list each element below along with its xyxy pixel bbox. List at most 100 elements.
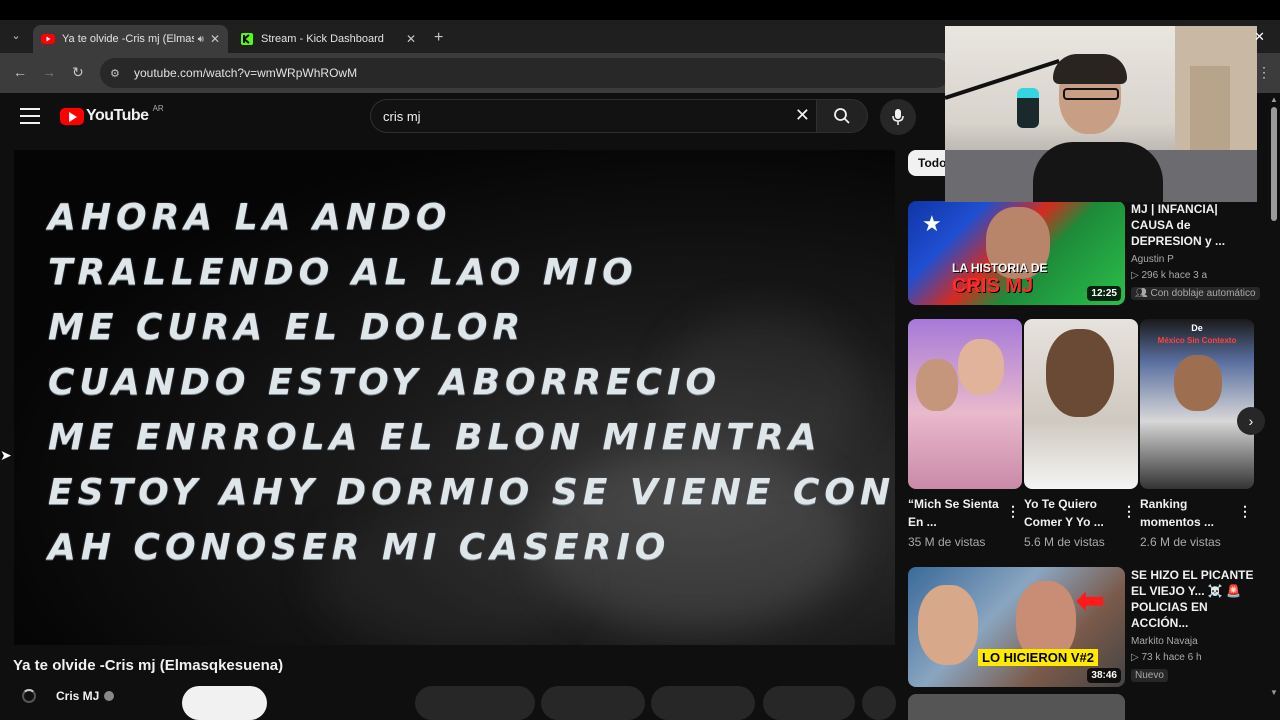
share-button[interactable] xyxy=(541,686,645,720)
streamer-hair xyxy=(1053,54,1127,84)
short-item[interactable]: Yo Te Quiero Comer Y Yo ... ⋮ 5.6 M de v… xyxy=(1024,319,1138,549)
short-thumbnail[interactable]: De México Sin Contexto xyxy=(1140,319,1254,489)
kick-favicon-icon xyxy=(241,33,253,45)
duration-badge: 12:25 xyxy=(1087,286,1121,301)
streamer-glasses xyxy=(1063,88,1119,100)
lyric-line: AH CONOSER MI CASERIO xyxy=(48,527,671,568)
download-button[interactable] xyxy=(651,686,755,720)
short-menu-icon[interactable]: ⋮ xyxy=(1238,503,1252,520)
search-input[interactable]: cris mj ✕ xyxy=(370,99,816,133)
thumbnail-caption: LO HICIERON V#2 xyxy=(978,649,1098,666)
like-dislike-button[interactable] xyxy=(415,686,535,720)
next-thumbnail-partial[interactable] xyxy=(908,694,1125,720)
recommendation-channel[interactable]: Markito Navaja xyxy=(1131,635,1261,649)
channel-avatar[interactable] xyxy=(22,689,36,703)
short-thumbnail[interactable] xyxy=(908,319,1022,489)
dub-icon: 👥︎ xyxy=(1135,288,1151,299)
tab-search-dropdown-icon[interactable]: ⌄ xyxy=(6,26,26,46)
search-icon xyxy=(834,108,850,124)
auto-dub-badge: 👥︎ Con doblaje automático xyxy=(1131,287,1260,300)
close-tab-icon[interactable]: ✕ xyxy=(210,32,220,46)
recommendation-title[interactable]: SE HIZO EL PICANTE EL VIEJO Y... ☠️ 🚨 PO… xyxy=(1131,567,1261,631)
short-title[interactable]: Yo Te Quiero Comer Y Yo ... xyxy=(1024,495,1120,531)
tab-title: Stream - Kick Dashboard xyxy=(261,33,384,45)
reload-icon[interactable]: ↻ xyxy=(72,64,84,81)
verified-badge-icon xyxy=(104,691,115,701)
lyric-line: TRALLENDO AL LAO MIO xyxy=(48,252,638,293)
youtube-logo[interactable]: YouTube AR xyxy=(60,103,164,125)
thumbnail-overlay-text: De xyxy=(1191,323,1203,333)
lyric-line: ME ENRROLA EL BLON MIENTRA xyxy=(48,417,822,458)
logo-text: YouTube xyxy=(86,107,149,124)
duration-badge: 38:46 xyxy=(1087,668,1121,683)
save-button[interactable] xyxy=(763,686,855,720)
thumbnail-face xyxy=(958,339,1004,395)
short-item[interactable]: “Mich Se Sienta En ... ⋮ 35 M de vistas xyxy=(908,319,1022,549)
badge-text: Con doblaje automático xyxy=(1150,288,1256,299)
thumbnail-face xyxy=(918,585,978,665)
video-thumbnail[interactable]: ★ LA HISTORIA DE CRIS MJ 12:25 xyxy=(908,201,1125,305)
close-tab-icon[interactable]: ✕ xyxy=(406,32,416,46)
forward-arrow-icon[interactable]: → xyxy=(42,64,56,80)
more-actions-button[interactable] xyxy=(862,686,896,720)
voice-search-button[interactable] xyxy=(880,99,916,135)
browser-menu-icon[interactable]: ⋮ xyxy=(1257,64,1271,81)
scrollbar-thumb[interactable] xyxy=(1271,107,1277,221)
scroll-up-icon[interactable]: ▲ xyxy=(1270,95,1278,104)
streamer-shirt xyxy=(1033,142,1163,202)
tab-youtube[interactable]: Ya te olvide -Cris mj (Elmasqkesuena) 🔊︎… xyxy=(33,25,228,53)
lyric-line: ME CURA EL DOLOR xyxy=(48,307,526,348)
subscribe-button[interactable] xyxy=(182,686,267,720)
thumbnail-caption: LA HISTORIA DE xyxy=(952,261,1048,275)
short-views: 2.6 M de vistas xyxy=(1140,535,1221,549)
recommendation-item[interactable]: ⬅ LO HICIERON V#2 38:46 SE HIZO EL PICAN… xyxy=(908,567,1264,687)
hamburger-menu-icon[interactable] xyxy=(20,108,40,129)
youtube-favicon-icon xyxy=(41,34,55,44)
search-value: cris mj xyxy=(383,108,421,124)
close-overlay-icon[interactable]: ✕ xyxy=(1254,29,1265,45)
shorts-next-arrow-icon[interactable]: › xyxy=(1237,407,1265,435)
short-menu-icon[interactable]: ⋮ xyxy=(1122,503,1136,520)
recommendation-title[interactable]: MJ | INFANCIA| CAUSA de DEPRESION y ... xyxy=(1131,201,1261,249)
video-thumbnail[interactable]: ⬅ LO HICIERON V#2 38:46 xyxy=(908,567,1125,687)
video-player[interactable]: AHORA LA ANDO TRALLENDO AL LAO MIO ME CU… xyxy=(14,150,895,645)
recommendation-stats: ▷ 73 k hace 6 h xyxy=(1131,652,1202,663)
page-scrollbar[interactable]: ▲ ▼ xyxy=(1268,93,1280,720)
filter-chip-all[interactable]: Todo xyxy=(908,150,948,176)
speaker-icon[interactable]: 🔊︎ xyxy=(198,34,204,45)
lyric-line: ESTOY AHY DORMIO SE VIENE CONMIGO xyxy=(48,472,895,513)
star-icon: ★ xyxy=(922,211,942,236)
mouse-cursor-icon: ➤ xyxy=(0,447,12,463)
screen-top-strip xyxy=(0,0,1280,20)
short-item[interactable]: De México Sin Contexto Ranking momentos … xyxy=(1140,319,1254,549)
short-views: 35 M de vistas xyxy=(908,535,986,549)
channel-name[interactable]: Cris MJ xyxy=(56,689,99,703)
new-badge: Nuevo xyxy=(1131,669,1168,682)
short-views: 5.6 M de vistas xyxy=(1024,535,1105,549)
clear-search-icon[interactable]: ✕ xyxy=(795,105,810,126)
thumbnail-face xyxy=(1174,355,1222,411)
short-title[interactable]: Ranking momentos ... xyxy=(1140,495,1236,531)
recommendation-item[interactable]: ★ LA HISTORIA DE CRIS MJ 12:25 MJ | INFA… xyxy=(908,201,1264,305)
short-title[interactable]: “Mich Se Sienta En ... xyxy=(908,495,1004,531)
channel-row: Cris MJ xyxy=(22,686,115,706)
recommendation-channel[interactable]: Agustin P xyxy=(1131,253,1261,267)
streamer xyxy=(1033,54,1163,202)
new-tab-plus-icon[interactable]: + xyxy=(434,29,443,47)
back-arrow-icon[interactable]: ← xyxy=(13,64,27,80)
search-button[interactable] xyxy=(816,99,868,133)
youtube-play-logo-icon xyxy=(60,107,84,125)
lyrics-overlay: AHORA LA ANDO TRALLENDO AL LAO MIO ME CU… xyxy=(48,190,895,575)
webcam-overlay xyxy=(945,26,1257,202)
site-info-icon[interactable]: ⚙︎ xyxy=(110,67,124,80)
tab-kick-dashboard[interactable]: Stream - Kick Dashboard ✕ xyxy=(232,25,424,53)
country-code: AR xyxy=(152,103,164,113)
lyric-line: CUANDO ESTOY ABORRECIO xyxy=(48,362,722,403)
recommendation-info: SE HIZO EL PICANTE EL VIEJO Y... ☠️ 🚨 PO… xyxy=(1131,567,1261,683)
scroll-down-icon[interactable]: ▼ xyxy=(1270,688,1278,697)
short-menu-icon[interactable]: ⋮ xyxy=(1006,503,1020,520)
short-thumbnail[interactable] xyxy=(1024,319,1138,489)
lyric-line: AHORA LA ANDO xyxy=(48,197,452,238)
url-field[interactable]: ⚙︎ youtube.com/watch?v=wmWRpWhROwM xyxy=(100,58,950,88)
red-arrow-icon: ⬅ xyxy=(1076,582,1105,620)
